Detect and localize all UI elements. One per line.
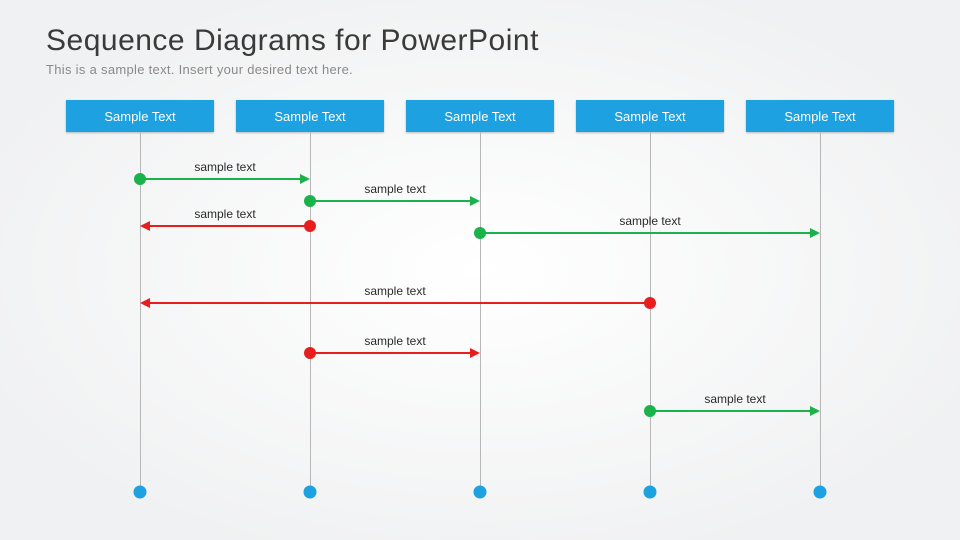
message-label-3: sample text	[619, 214, 680, 230]
message-arrow-0	[140, 178, 300, 180]
lifeline-line-1	[310, 132, 311, 492]
message-origin-dot-0	[134, 173, 146, 185]
message-arrowhead-5	[470, 348, 480, 358]
message-arrowhead-4	[140, 298, 150, 308]
message-arrowhead-6	[810, 406, 820, 416]
message-arrowhead-1	[470, 196, 480, 206]
lifeline-line-3	[650, 132, 651, 492]
lifeline-head-2: Sample Text	[406, 100, 554, 132]
message-label-5: sample text	[364, 334, 425, 350]
message-arrowhead-0	[300, 174, 310, 184]
message-label-4: sample text	[364, 284, 425, 300]
message-label-1: sample text	[364, 182, 425, 198]
lifeline-head-3: Sample Text	[576, 100, 724, 132]
message-origin-dot-3	[474, 227, 486, 239]
message-arrowhead-2	[140, 221, 150, 231]
message-arrow-5	[310, 352, 470, 354]
message-arrowhead-3	[810, 228, 820, 238]
lifeline-terminal-1	[304, 486, 317, 499]
lifeline-head-4: Sample Text	[746, 100, 894, 132]
lifeline-head-0: Sample Text	[66, 100, 214, 132]
lifeline-head-1: Sample Text	[236, 100, 384, 132]
diagram-canvas: Sample Text Sample Text Sample Text Sample …	[0, 0, 960, 540]
message-origin-dot-5	[304, 347, 316, 359]
message-origin-dot-2	[304, 220, 316, 232]
lifeline-terminal-0	[134, 486, 147, 499]
message-origin-dot-4	[644, 297, 656, 309]
lifeline-terminal-3	[644, 486, 657, 499]
lifeline-line-2	[480, 132, 481, 492]
message-label-0: sample text	[194, 160, 255, 176]
message-arrow-2	[150, 225, 310, 227]
message-arrow-1	[310, 200, 470, 202]
lifeline-terminal-4	[814, 486, 827, 499]
message-arrow-3	[480, 232, 810, 234]
lifeline-line-0	[140, 132, 141, 492]
message-arrow-4	[150, 302, 650, 304]
message-origin-dot-1	[304, 195, 316, 207]
message-label-2: sample text	[194, 207, 255, 223]
message-arrow-6	[650, 410, 810, 412]
message-label-6: sample text	[704, 392, 765, 408]
lifeline-line-4	[820, 132, 821, 492]
message-origin-dot-6	[644, 405, 656, 417]
lifeline-terminal-2	[474, 486, 487, 499]
